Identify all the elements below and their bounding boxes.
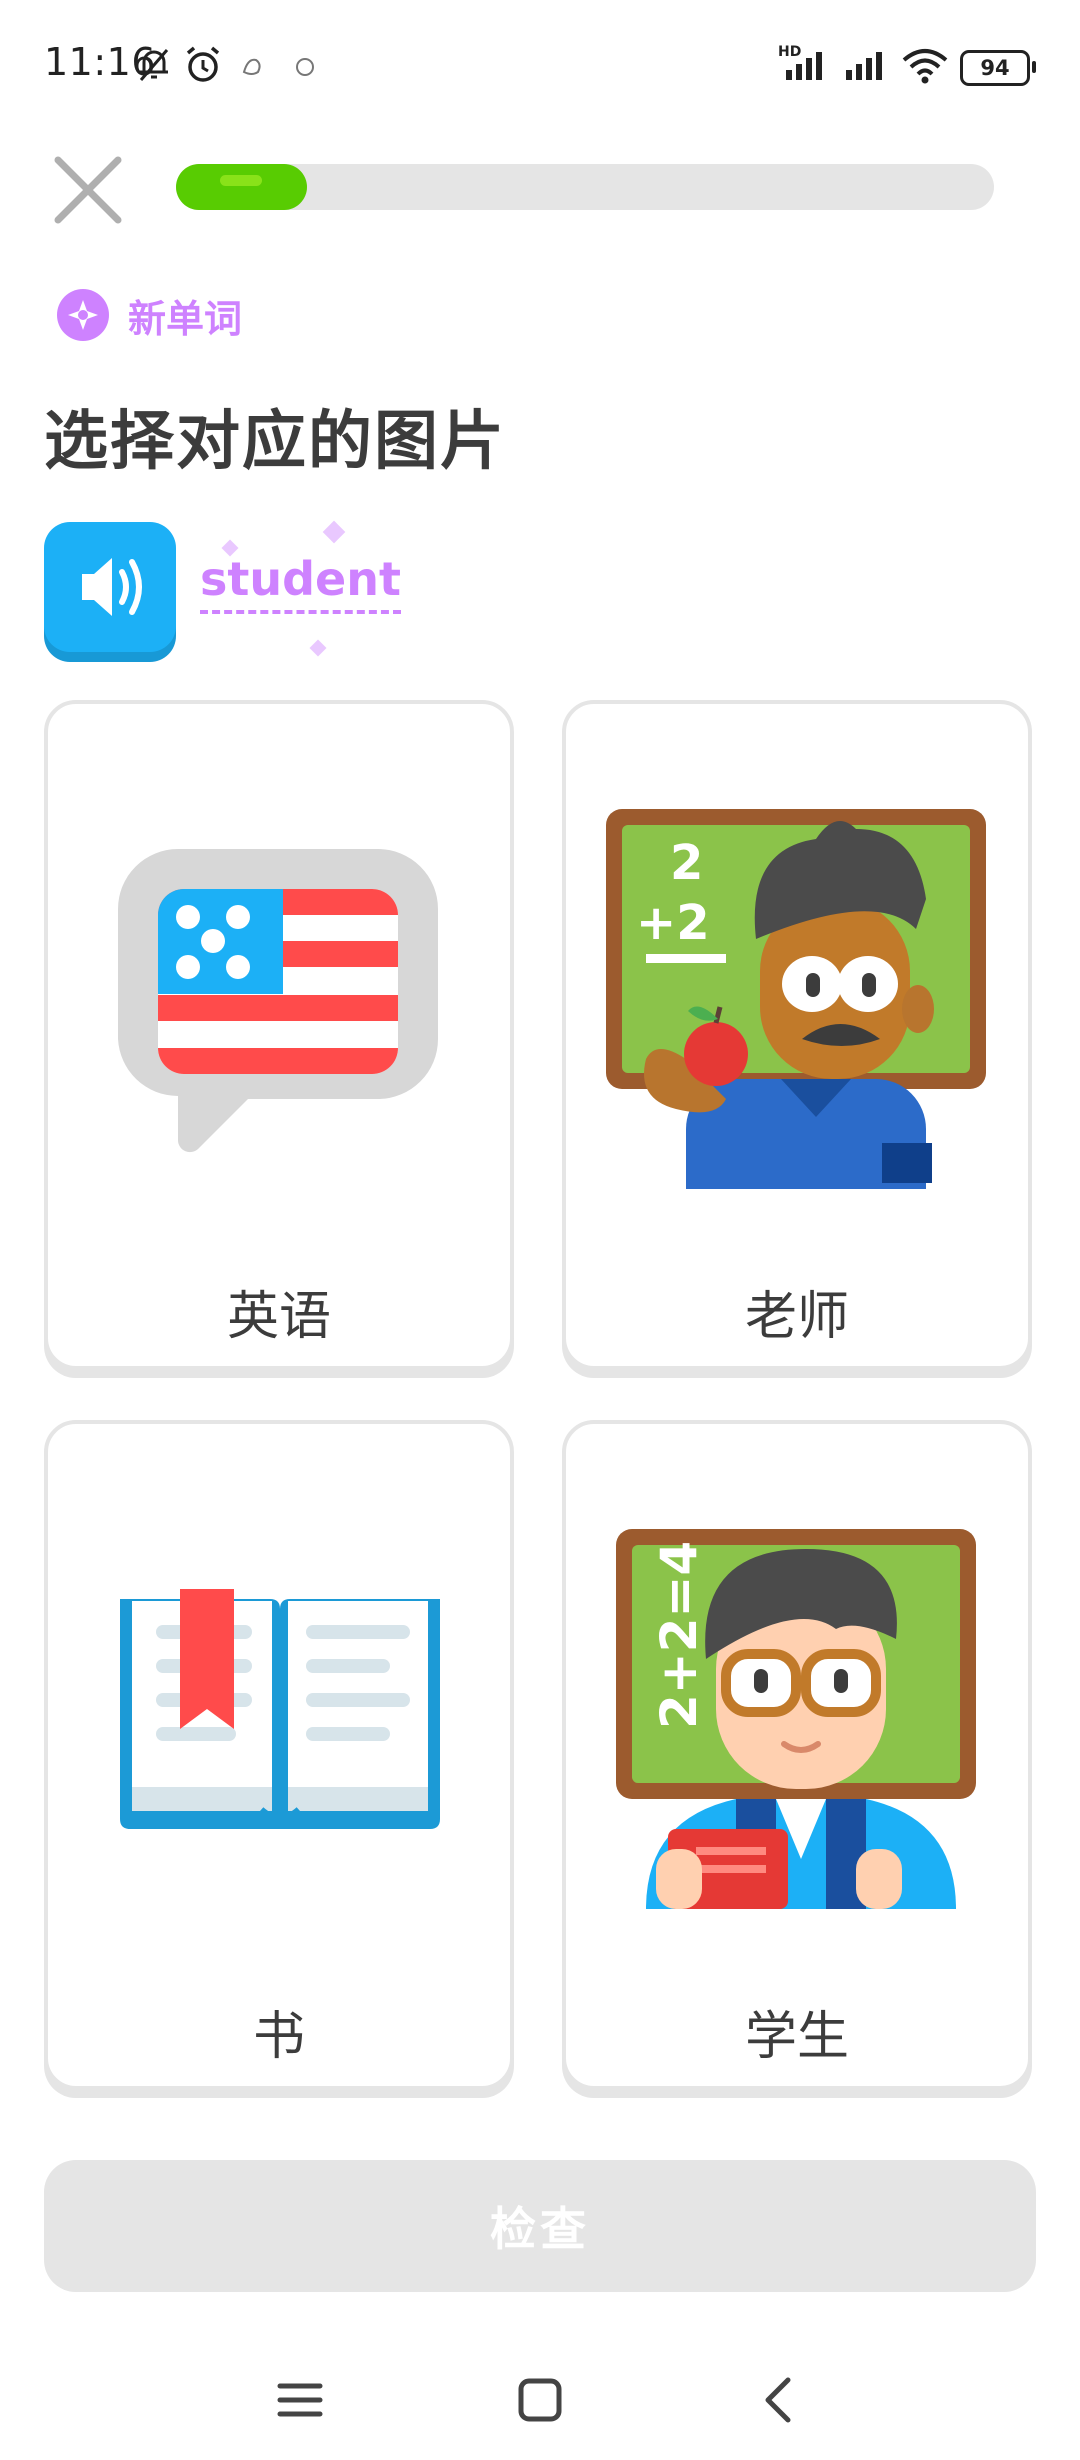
option-card-student[interactable]: 2+2=4 学生 — [562, 1420, 1032, 2090]
option-label: 老师 — [744, 1287, 849, 1347]
option-label: 书 — [252, 2007, 305, 2067]
sparkle-decoration — [309, 639, 327, 657]
option-card-teacher[interactable]: 2 +2 老师 — [562, 700, 1032, 1370]
svg-text:2: 2 — [670, 835, 703, 891]
svg-text:+2: +2 — [636, 895, 710, 951]
speaker-icon — [82, 558, 142, 616]
option-label: 学生 — [744, 2007, 849, 2067]
signal-icon — [846, 52, 882, 80]
signal-icon — [786, 52, 822, 80]
us-flag-speech-bubble-icon — [118, 849, 438, 1153]
svg-text:2+2=4: 2+2=4 — [650, 1541, 708, 1729]
wifi-icon — [902, 49, 948, 84]
page-title: 选择对应的图片 — [44, 405, 506, 479]
progress-bar-fill — [176, 164, 307, 210]
home-icon[interactable] — [500, 2360, 580, 2440]
app-notification-icon — [242, 58, 261, 75]
student-illustration: 2+2=4 — [616, 1529, 976, 1909]
play-audio-button[interactable] — [44, 522, 176, 652]
battery-indicator: 94 — [960, 50, 1036, 86]
progress-bar-highlight — [220, 175, 262, 186]
option-card-book[interactable]: 书 — [44, 1420, 514, 2090]
open-book-icon — [120, 1589, 440, 1829]
new-word-badge-label: 新单词 — [128, 296, 243, 341]
status-bar: 11:16 HD 94 — [0, 0, 1080, 130]
option-card-english[interactable]: 英语 — [44, 700, 514, 1370]
bell-off-icon — [139, 49, 169, 81]
alarm-icon — [186, 46, 220, 82]
new-word-icon — [57, 289, 109, 341]
menu-icon[interactable] — [260, 2360, 340, 2440]
check-button[interactable]: 检查 — [44, 2160, 1036, 2292]
new-word-badge: 新单词 — [56, 288, 242, 342]
close-icon[interactable] — [48, 150, 128, 230]
prompt-word[interactable]: student — [200, 552, 401, 614]
app-notification-icon — [296, 58, 314, 76]
back-icon[interactable] — [740, 2360, 820, 2440]
sparkle-decoration — [322, 520, 346, 544]
teacher-illustration: 2 +2 — [606, 809, 986, 1189]
option-label: 英语 — [226, 1287, 331, 1347]
